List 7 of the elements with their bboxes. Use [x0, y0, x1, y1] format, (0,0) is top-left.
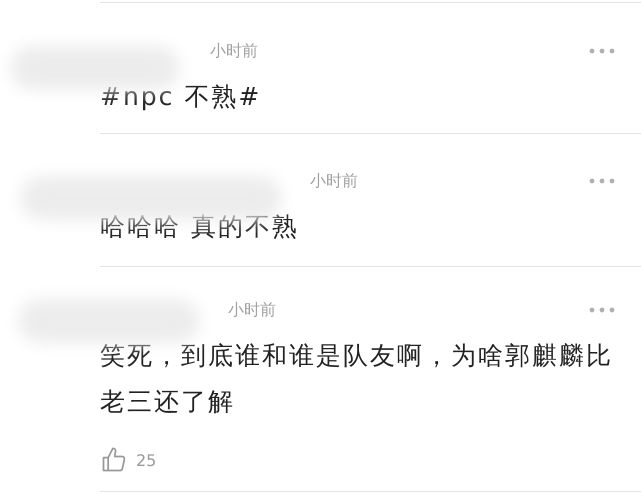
- comment-text: 笑死，到底谁和谁是队友啊，为啥郭麒麟比老三还了解: [100, 341, 613, 416]
- comment-time: 小时前: [228, 300, 277, 320]
- comment-text: 哈哈哈 真的不熟: [100, 212, 299, 241]
- comment-text: #npc 不熟#: [100, 82, 262, 111]
- like-count: 25: [136, 450, 156, 470]
- comment-time: 小时前: [210, 40, 259, 62]
- comment-time: 小时前: [310, 170, 359, 192]
